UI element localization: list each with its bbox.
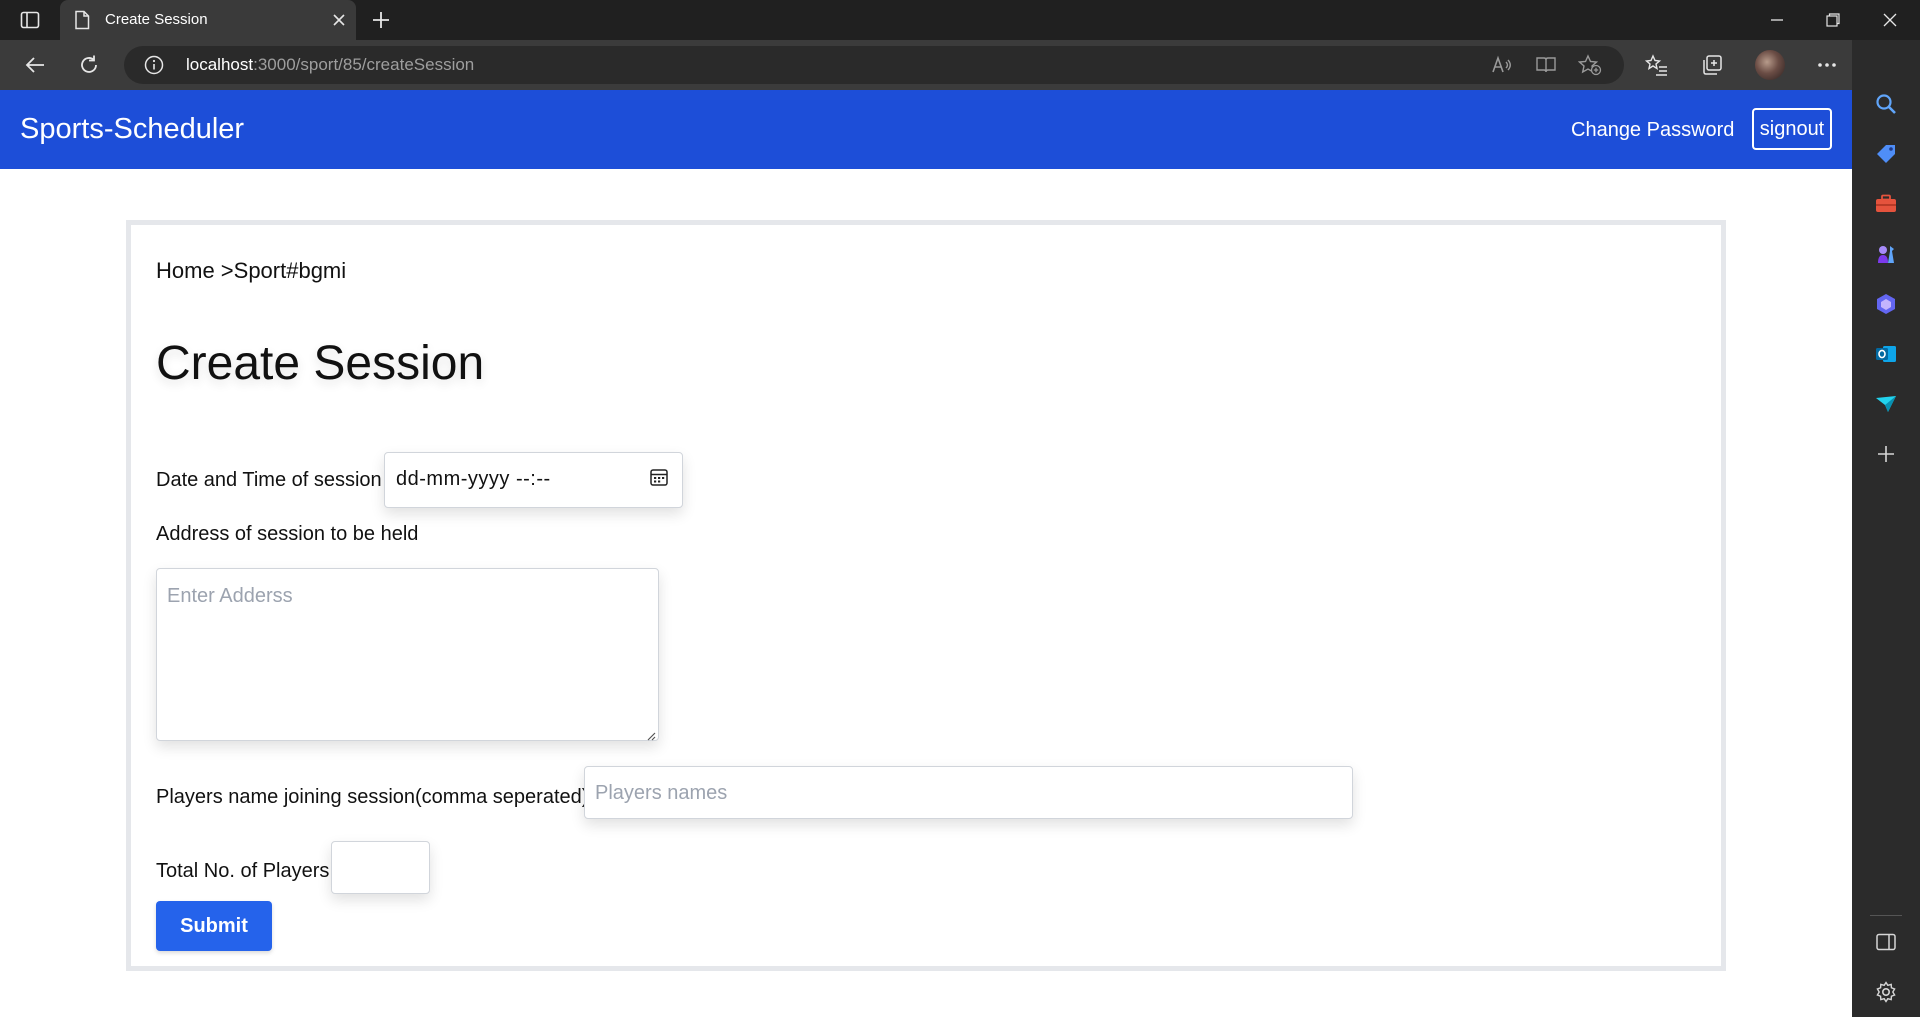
datetime-input[interactable]: dd-mm-yyyy --:-- (384, 452, 683, 508)
total-players-input[interactable] (331, 841, 430, 894)
page-viewport: Sports-Scheduler Change Password signout… (0, 90, 1852, 1017)
settings-gear-icon[interactable] (1872, 978, 1900, 1006)
tools-briefcase-icon[interactable] (1872, 190, 1900, 218)
sidebar-divider (1870, 915, 1902, 916)
submit-button[interactable]: Submit (156, 901, 272, 951)
total-players-label: Total No. of Players (156, 860, 330, 882)
address-label: Address of session to be held (156, 523, 419, 545)
search-icon[interactable] (1872, 90, 1900, 118)
more-options-icon[interactable] (1811, 49, 1843, 81)
players-input[interactable]: Players names (584, 766, 1353, 819)
players-placeholder: Players names (595, 782, 728, 804)
url-text[interactable]: localhost:3000/sport/85/createSession (186, 55, 474, 75)
tab-title: Create Session (105, 11, 208, 28)
add-favorite-icon[interactable] (1578, 53, 1602, 77)
copilot-icon[interactable] (1872, 290, 1900, 318)
address-bar[interactable]: localhost:3000/sport/85/createSession (124, 46, 1624, 84)
profile-avatar[interactable] (1755, 50, 1785, 80)
players-label: Players name joining session(comma seper… (156, 786, 589, 808)
change-password-link[interactable]: Change Password (1571, 117, 1734, 143)
address-textarea[interactable]: Enter Adderss (156, 568, 659, 741)
page-title: Create Session (156, 337, 485, 390)
back-icon[interactable] (19, 49, 51, 81)
document-icon (74, 10, 90, 30)
add-sidebar-app-icon[interactable] (1872, 440, 1900, 468)
refresh-icon[interactable] (73, 49, 105, 81)
datetime-label: Date and Time of session (156, 469, 382, 491)
hide-sidebar-icon[interactable] (1872, 928, 1900, 956)
tab-actions-icon[interactable] (14, 8, 46, 32)
resize-grip-icon[interactable] (646, 728, 656, 741)
breadcrumb[interactable]: Home >Sport#bgmi (156, 257, 346, 285)
read-aloud-icon[interactable] (1490, 53, 1514, 77)
restore-icon[interactable] (1819, 6, 1847, 34)
calendar-icon[interactable] (649, 467, 669, 487)
immersive-reader-icon[interactable] (1534, 53, 1558, 77)
close-tab-icon[interactable] (328, 8, 350, 32)
drop-send-icon[interactable] (1872, 390, 1900, 418)
edge-sidebar (1852, 40, 1920, 1017)
datetime-value: dd-mm-yyyy --:-- (396, 468, 551, 490)
brand-link[interactable]: Sports-Scheduler (20, 112, 244, 146)
games-icon[interactable] (1872, 240, 1900, 268)
signout-button[interactable]: signout (1752, 108, 1832, 150)
address-placeholder: Enter Adderss (167, 585, 293, 607)
browser-tabbar: Create Session (0, 0, 1920, 40)
info-icon[interactable] (144, 55, 164, 75)
close-window-icon[interactable] (1876, 6, 1904, 34)
shopping-tag-icon[interactable] (1872, 140, 1900, 168)
url-host: localhost (186, 55, 254, 74)
new-tab-icon[interactable] (368, 6, 394, 34)
browser-toolbar: localhost:3000/sport/85/createSession (0, 40, 1920, 90)
collections-icon[interactable] (1696, 49, 1728, 81)
create-session-card: Home >Sport#bgmi Create Session Date and… (126, 220, 1726, 971)
favorites-icon[interactable] (1641, 49, 1673, 81)
app-navbar: Sports-Scheduler Change Password signout (0, 90, 1852, 169)
minimize-icon[interactable] (1763, 6, 1791, 34)
outlook-icon[interactable] (1872, 340, 1900, 368)
url-path: :3000/sport/85/createSession (253, 55, 475, 74)
